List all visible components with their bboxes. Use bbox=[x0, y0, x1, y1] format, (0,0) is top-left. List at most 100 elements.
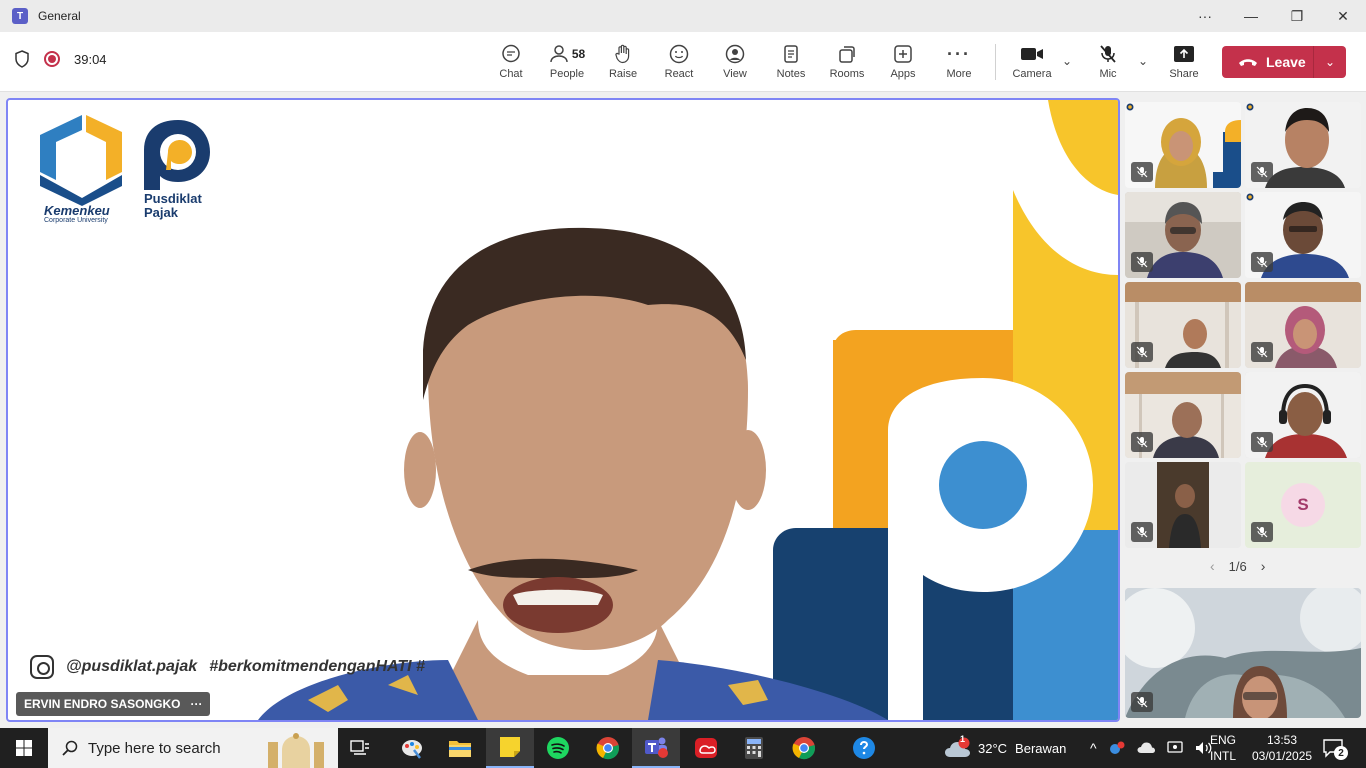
notes-label: Notes bbox=[776, 68, 806, 80]
notes-icon bbox=[781, 42, 801, 66]
windows-logo-icon bbox=[16, 740, 32, 756]
phone-hangup-icon bbox=[1239, 59, 1257, 66]
instagram-icon bbox=[30, 655, 54, 679]
notification-count: 2 bbox=[1334, 746, 1348, 760]
participant-tile[interactable] bbox=[1245, 372, 1361, 458]
show-hidden-icons-chevron-icon[interactable]: ^ bbox=[1090, 740, 1097, 756]
spotify-icon bbox=[547, 737, 569, 759]
leave-button[interactable]: Leave bbox=[1222, 46, 1314, 78]
taskbar-app-creative-cloud[interactable] bbox=[682, 728, 730, 768]
task-view-icon bbox=[350, 740, 369, 755]
add-apps-icon bbox=[893, 42, 913, 66]
mic-button[interactable]: Mic bbox=[1080, 42, 1136, 86]
main-speaker-video[interactable]: Kemenkeu Corporate University Pusdiklat P… bbox=[6, 98, 1120, 722]
speaker-name-tag[interactable]: ERVIN ENDRO SASONGKO ··· bbox=[16, 692, 211, 716]
taskbar-app-spotify[interactable] bbox=[534, 728, 582, 768]
people-count: 58 bbox=[571, 47, 586, 61]
minimize-button[interactable]: — bbox=[1228, 0, 1274, 32]
apps-label: Apps bbox=[890, 68, 916, 80]
taskbar-app-chrome[interactable] bbox=[584, 728, 632, 768]
camera-label: Camera bbox=[1012, 68, 1052, 80]
calculator-icon bbox=[745, 737, 763, 759]
more-options-icon[interactable]: ··· bbox=[1182, 0, 1228, 32]
participant-tile[interactable] bbox=[1125, 282, 1241, 368]
weather-condition: Berawan bbox=[1015, 740, 1067, 756]
org-logo-icon bbox=[1246, 103, 1254, 111]
help-icon bbox=[853, 737, 875, 759]
shield-icon[interactable] bbox=[14, 50, 30, 68]
weather-widget[interactable]: 1 32°C Berawan bbox=[944, 728, 1066, 768]
participant-tile[interactable] bbox=[1245, 192, 1361, 278]
hashtag-text: #berkomitmendenganHATI # bbox=[209, 658, 425, 675]
taskbar-app-get-help[interactable] bbox=[840, 728, 888, 768]
participant-tile[interactable] bbox=[1125, 462, 1241, 548]
participant-tile[interactable] bbox=[1125, 102, 1241, 188]
rooms-button[interactable]: Rooms bbox=[819, 42, 875, 86]
avatar: S bbox=[1281, 483, 1325, 527]
taskbar-app-calculator[interactable] bbox=[730, 728, 778, 768]
windows-taskbar: Type here to search 1 32°C Berawan ^ ENG… bbox=[0, 728, 1366, 768]
participant-tile[interactable] bbox=[1245, 102, 1361, 188]
sticky-notes-icon bbox=[500, 737, 520, 757]
participant-tile[interactable]: S bbox=[1245, 462, 1361, 548]
people-button[interactable]: 58 People bbox=[539, 42, 595, 86]
language-code: ENG bbox=[1210, 733, 1237, 747]
taskbar-app-teams[interactable] bbox=[632, 728, 680, 768]
notes-button[interactable]: Notes bbox=[763, 42, 819, 86]
start-button[interactable] bbox=[0, 728, 48, 768]
taskbar-app-sticky-notes[interactable] bbox=[486, 728, 534, 768]
mic-muted-icon bbox=[1251, 162, 1273, 182]
raise-label: Raise bbox=[608, 68, 638, 80]
folder-icon bbox=[449, 741, 471, 757]
notification-center-button[interactable]: 2 bbox=[1322, 728, 1348, 768]
previous-page-chevron-icon[interactable]: ‹ bbox=[1210, 558, 1215, 574]
camera-button[interactable]: Camera bbox=[1004, 42, 1060, 86]
taskbar-search-input[interactable]: Type here to search bbox=[48, 728, 338, 768]
taskbar-app-paint[interactable] bbox=[388, 728, 436, 768]
taskbar-app-file-explorer[interactable] bbox=[436, 728, 484, 768]
self-view-video bbox=[1125, 588, 1361, 718]
meeting-toolbar: 39:04 Chat 58 People Raise React View No… bbox=[0, 32, 1366, 92]
chat-icon bbox=[501, 42, 521, 66]
react-button[interactable]: React bbox=[651, 42, 707, 86]
title-bar: T General ··· — ❐ ✕ bbox=[0, 0, 1366, 32]
mic-options-chevron-icon[interactable]: ⌄ bbox=[1138, 54, 1148, 68]
share-button[interactable]: Share bbox=[1156, 42, 1212, 86]
mic-muted-icon bbox=[1131, 522, 1153, 542]
chat-button[interactable]: Chat bbox=[483, 42, 539, 86]
mic-muted-icon bbox=[1251, 432, 1273, 452]
view-icon bbox=[725, 42, 745, 66]
leave-options-chevron-icon[interactable]: ⌄ bbox=[1314, 55, 1346, 69]
mic-muted-icon bbox=[1131, 342, 1153, 362]
weather-badge: 1 bbox=[960, 734, 966, 744]
raise-hand-button[interactable]: Raise bbox=[595, 42, 651, 86]
taskbar-app-chrome-profile[interactable] bbox=[780, 728, 828, 768]
close-button[interactable]: ✕ bbox=[1320, 0, 1366, 32]
restore-button[interactable]: ❐ bbox=[1274, 0, 1320, 32]
mic-muted-icon bbox=[1131, 432, 1153, 452]
participant-tile[interactable] bbox=[1245, 282, 1361, 368]
more-button[interactable]: ··· More bbox=[931, 42, 987, 86]
next-page-chevron-icon[interactable]: › bbox=[1261, 558, 1266, 574]
network-status-icon[interactable] bbox=[1109, 741, 1125, 755]
apps-button[interactable]: Apps bbox=[875, 42, 931, 86]
chrome-icon bbox=[596, 737, 619, 760]
mic-muted-icon bbox=[1131, 692, 1153, 712]
participant-more-icon[interactable]: ··· bbox=[190, 697, 202, 711]
react-label: React bbox=[664, 68, 694, 80]
self-view-tile[interactable] bbox=[1125, 588, 1361, 718]
camera-options-chevron-icon[interactable]: ⌄ bbox=[1062, 54, 1072, 68]
more-label: More bbox=[946, 68, 972, 80]
taskbar-clock[interactable]: 13:53 03/01/2025 bbox=[1252, 732, 1312, 764]
participant-tile[interactable] bbox=[1125, 192, 1241, 278]
input-language-indicator[interactable]: ENG INTL bbox=[1210, 732, 1236, 764]
weather-temperature: 32°C bbox=[978, 740, 1008, 756]
system-tray: ^ bbox=[1090, 728, 1213, 768]
clock-time: 13:53 bbox=[1266, 733, 1298, 747]
view-button[interactable]: View bbox=[707, 42, 763, 86]
screen-capture-icon[interactable] bbox=[1166, 741, 1183, 755]
cloud-weather-icon bbox=[945, 737, 970, 757]
task-view-button[interactable] bbox=[336, 728, 384, 768]
onedrive-cloud-icon[interactable] bbox=[1137, 742, 1155, 754]
participant-tile[interactable] bbox=[1125, 372, 1241, 458]
